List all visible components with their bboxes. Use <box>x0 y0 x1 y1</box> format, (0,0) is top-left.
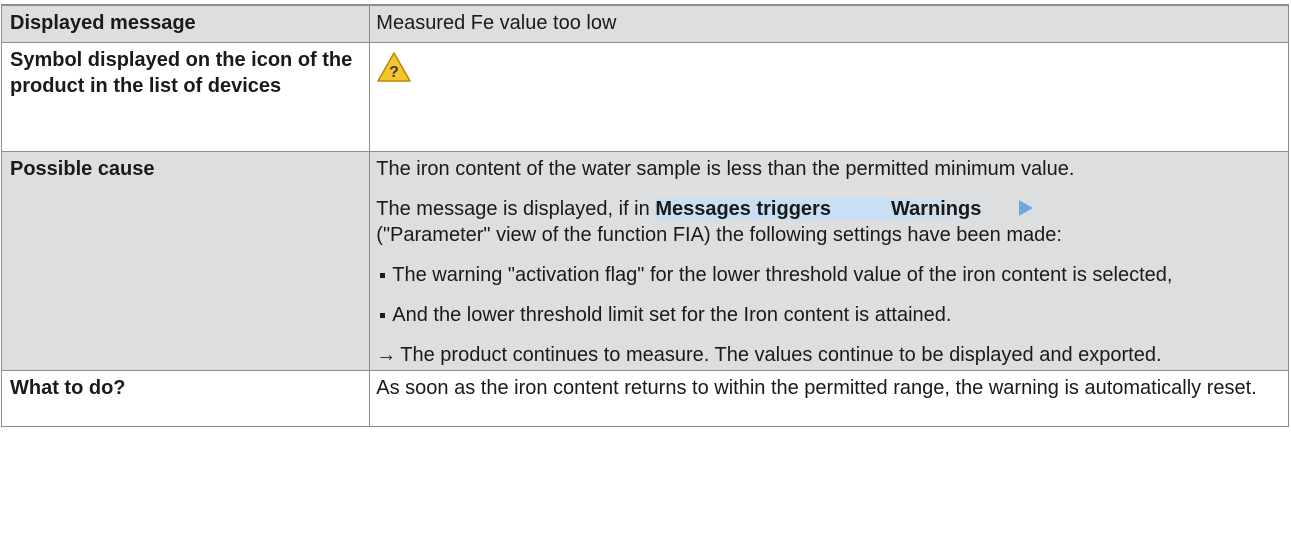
condition-suffix: ("Parameter" view of the function FIA) t… <box>376 224 1062 246</box>
bullet-text: And the lower threshold limit set for th… <box>392 304 952 326</box>
menu-arrow-icon <box>1019 200 1034 216</box>
displayed-message-value: Measured Fe value too low <box>369 4 1289 43</box>
possible-cause-value: The iron content of the water sample is … <box>369 151 1289 371</box>
displayed-message-label: Displayed message <box>0 4 371 43</box>
what-to-do-value: As soon as the iron content returns to w… <box>369 370 1289 427</box>
warning-question-icon: ? <box>377 52 412 82</box>
bullet-icon <box>376 302 392 328</box>
result-line: → The product continues to measure. The … <box>376 342 1280 368</box>
list-item: The warning "activation flag" for the lo… <box>376 262 1280 288</box>
table-row-symbol: Symbol displayed on the icon of the prod… <box>0 42 1289 152</box>
list-item: And the lower threshold limit set for th… <box>376 302 1280 328</box>
table-row-what-to-do: What to do? As soon as the iron content … <box>0 370 1289 427</box>
result-text: The product continues to measure. The va… <box>400 344 1162 366</box>
possible-cause-label: Possible cause <box>0 151 371 371</box>
bullet-text: The warning "activation flag" for the lo… <box>392 264 1173 286</box>
condition-prefix: The message is displayed, if in <box>376 198 650 220</box>
cause-condition: The message is displayed, if in Messages… <box>376 196 1280 248</box>
symbol-label: Symbol displayed on the icon of the prod… <box>0 42 371 152</box>
warning-icon-glyph: ? <box>389 64 399 81</box>
symbol-value-cell: ? <box>369 42 1289 152</box>
table-row-possible-cause: Possible cause The iron content of the w… <box>0 151 1289 371</box>
menu-path-item-messages: Messages triggers <box>655 198 831 220</box>
what-to-do-label: What to do? <box>0 370 371 427</box>
cause-intro: The iron content of the water sample is … <box>376 158 1075 180</box>
menu-path: Messages triggers Warnings <box>655 198 992 220</box>
result-arrow-icon: → <box>376 344 397 366</box>
menu-path-item-warnings: Warnings <box>890 198 982 220</box>
message-info-table: Displayed message Measured Fe value too … <box>0 4 1289 427</box>
bullet-icon <box>376 262 392 288</box>
table-row-displayed-message: Displayed message Measured Fe value too … <box>0 4 1289 43</box>
